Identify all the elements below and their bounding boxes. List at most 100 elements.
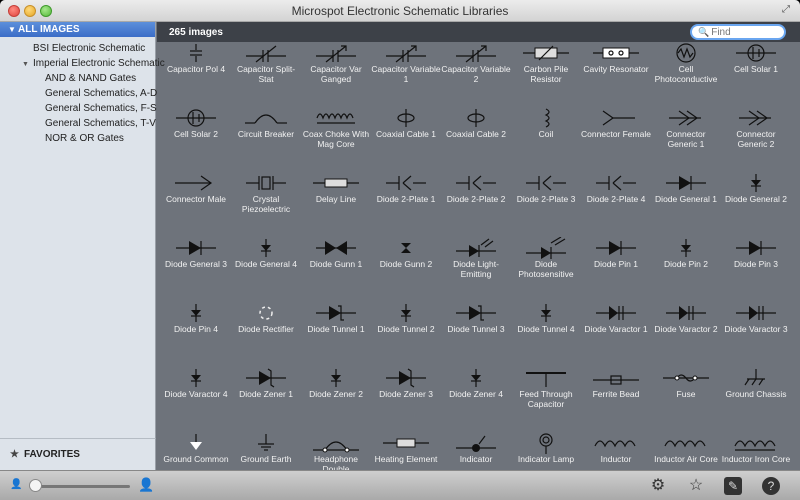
diode-small-icon: [161, 367, 231, 389]
symbol-tile[interactable]: Capacitor Variable 1: [371, 42, 441, 84]
symbol-tile[interactable]: Cell Photoconductive: [651, 42, 721, 84]
symbol-label: Coil: [538, 129, 554, 139]
symbol-tile[interactable]: Diode Varactor 3: [721, 302, 791, 334]
symbol-tile[interactable]: Diode 2-Plate 1: [371, 172, 441, 204]
symbol-tile[interactable]: Inductor Air Core: [651, 432, 721, 464]
symbol-tile[interactable]: Heating Element: [371, 432, 441, 464]
symbol-tile[interactable]: Circuit Breaker: [231, 107, 301, 139]
disclosure-triangle-icon: ▼: [8, 25, 16, 34]
symbol-tile[interactable]: Connector Generic 2: [721, 107, 791, 149]
symbol-tile[interactable]: Capacitor Var Ganged: [301, 42, 371, 84]
sidebar-item-nor-or[interactable]: NOR & OR Gates: [0, 131, 155, 146]
symbol-tile[interactable]: Diode General 3: [161, 237, 231, 269]
symbol-tile[interactable]: Capacitor Variable 2: [441, 42, 511, 84]
favorite-star-icon[interactable]: ☆: [686, 476, 706, 496]
symbol-label: Inductor Iron Core: [721, 454, 791, 464]
settings-gear-icon[interactable]: ⚙: [648, 476, 668, 496]
symbol-label: Cell Solar 2: [174, 129, 218, 139]
symbol-tile[interactable]: Diode Pin 2: [651, 237, 721, 269]
symbol-label: Diode Varactor 4: [164, 389, 228, 399]
sidebar-favorites[interactable]: ★ FAVORITES: [0, 438, 156, 470]
symbol-tile[interactable]: Diode Tunnel 2: [371, 302, 441, 334]
sidebar-all-images[interactable]: ▼ ALL IMAGES: [0, 22, 155, 37]
edit-icon[interactable]: ✎: [724, 477, 742, 495]
symbol-tile[interactable]: Diode Tunnel 3: [441, 302, 511, 334]
symbol-tile[interactable]: Inductor: [581, 432, 651, 464]
symbol-tile[interactable]: Diode 2-Plate 2: [441, 172, 511, 204]
symbol-tile[interactable]: Diode General 2: [721, 172, 791, 204]
ground-chassis-icon: [721, 367, 791, 389]
symbol-tile[interactable]: Feed Through Capacitor: [511, 367, 581, 409]
symbol-tile[interactable]: Diode Gunn 2: [371, 237, 441, 269]
diode-icon: [581, 237, 651, 259]
symbol-tile[interactable]: Diode Varactor 4: [161, 367, 231, 399]
symbol-tile[interactable]: Cavity Resonator: [581, 42, 651, 74]
sidebar-item-imperial[interactable]: ▼ Imperial Electronic Schematic: [0, 56, 165, 72]
disclosure-triangle-icon[interactable]: ▼: [22, 57, 33, 72]
symbol-tile[interactable]: Capacitor Pol 4: [161, 42, 231, 74]
symbol-tile[interactable]: Coax Choke With Mag Core: [301, 107, 371, 149]
symbol-label: Indicator: [459, 454, 493, 464]
size-slider-track[interactable]: [30, 485, 130, 488]
symbol-tile[interactable]: Diode Pin 4: [161, 302, 231, 334]
symbol-tile[interactable]: Capacitor Split-Stat: [231, 42, 301, 84]
sidebar-item-and-nand[interactable]: AND & NAND Gates: [0, 71, 155, 86]
symbol-tile[interactable]: Headphone Double: [301, 432, 371, 470]
symbol-tile[interactable]: Coil: [511, 107, 581, 139]
size-slider-knob[interactable]: [29, 479, 42, 492]
favorites-row[interactable]: ★ FAVORITES: [10, 449, 80, 460]
symbol-tile[interactable]: Ground Common: [161, 432, 231, 464]
symbol-tile[interactable]: Diode General 4: [231, 237, 301, 269]
symbol-tile[interactable]: Connector Female: [581, 107, 651, 139]
symbol-tile[interactable]: Diode Light-Emitting: [441, 237, 511, 279]
search-input[interactable]: Find: [711, 27, 730, 38]
symbol-tile[interactable]: Diode 2-Plate 4: [581, 172, 651, 204]
symbol-tile[interactable]: Diode Gunn 1: [301, 237, 371, 269]
symbol-tile[interactable]: Diode Photosensitive: [511, 236, 581, 279]
symbol-tile[interactable]: Diode Zener 2: [301, 367, 371, 399]
symbol-tile[interactable]: Cell Solar 1: [721, 42, 791, 74]
symbol-tile[interactable]: Indicator: [441, 432, 511, 464]
symbol-tile[interactable]: Diode General 1: [651, 172, 721, 204]
sidebar-item-general-t-v[interactable]: General Schematics, T-V: [0, 116, 156, 131]
diode-small-icon: [651, 237, 721, 259]
symbol-tile[interactable]: Connector Generic 1: [651, 107, 721, 149]
symbol-tile[interactable]: Cell Solar 2: [161, 107, 231, 139]
search-field[interactable]: 🔍 Find: [690, 24, 786, 40]
symbol-label: Capacitor Split-Stat: [236, 64, 296, 84]
symbol-tile[interactable]: Crystal Piezoelectric: [231, 172, 301, 214]
symbol-tile[interactable]: Coaxial Cable 2: [441, 107, 511, 139]
symbol-tile[interactable]: Delay Line: [301, 172, 371, 204]
help-icon[interactable]: ?: [762, 477, 780, 495]
symbol-tile[interactable]: Indicator Lamp: [511, 432, 581, 464]
symbol-tile[interactable]: Diode Tunnel 1: [301, 302, 371, 334]
sidebar-item-general-f-s[interactable]: General Schematics, F-S: [0, 101, 157, 116]
image-grid: Capacitor Pol 4 Capacitor Split-Stat Capac…: [157, 42, 800, 470]
symbol-tile[interactable]: Diode Varactor 2: [651, 302, 721, 334]
symbol-tile[interactable]: Fuse: [651, 367, 721, 399]
symbol-tile[interactable]: Diode Pin 3: [721, 237, 791, 269]
symbol-tile[interactable]: Diode Rectifier: [231, 302, 301, 334]
large-person-icon: 👤: [138, 477, 155, 492]
symbol-tile[interactable]: Ground Earth: [231, 432, 301, 464]
coax-icon: [441, 107, 511, 129]
symbol-tile[interactable]: Ground Chassis: [721, 367, 791, 399]
symbol-tile[interactable]: Diode Zener 1: [231, 367, 301, 399]
symbol-tile[interactable]: Diode Varactor 1: [581, 302, 651, 334]
symbol-tile[interactable]: Diode Zener 3: [371, 367, 441, 399]
symbol-tile[interactable]: Diode Tunnel 4: [511, 302, 581, 334]
sidebar-item-bsi[interactable]: BSI Electronic Schematic: [0, 41, 155, 56]
symbol-tile[interactable]: Diode Zener 4: [441, 367, 511, 399]
symbol-tile[interactable]: Diode Pin 1: [581, 237, 651, 269]
diode-small-icon: [371, 302, 441, 324]
symbol-label: Diode Pin 1: [594, 259, 638, 269]
symbol-tile[interactable]: Ferrite Bead: [581, 367, 651, 399]
symbol-tile[interactable]: Connector Male: [161, 172, 231, 204]
sidebar-item-general-a-d[interactable]: General Schematics, A-D: [0, 86, 157, 101]
symbol-tile[interactable]: Carbon Pile Resistor: [511, 42, 581, 84]
symbol-tile[interactable]: Diode 2-Plate 3: [511, 172, 581, 204]
symbol-tile[interactable]: Inductor Iron Core: [721, 432, 791, 464]
sidebar-item-label: General Schematics, F-S: [45, 103, 157, 114]
symbol-tile[interactable]: Coaxial Cable 1: [371, 107, 441, 139]
fullscreen-icon[interactable]: ⤢: [780, 4, 792, 16]
